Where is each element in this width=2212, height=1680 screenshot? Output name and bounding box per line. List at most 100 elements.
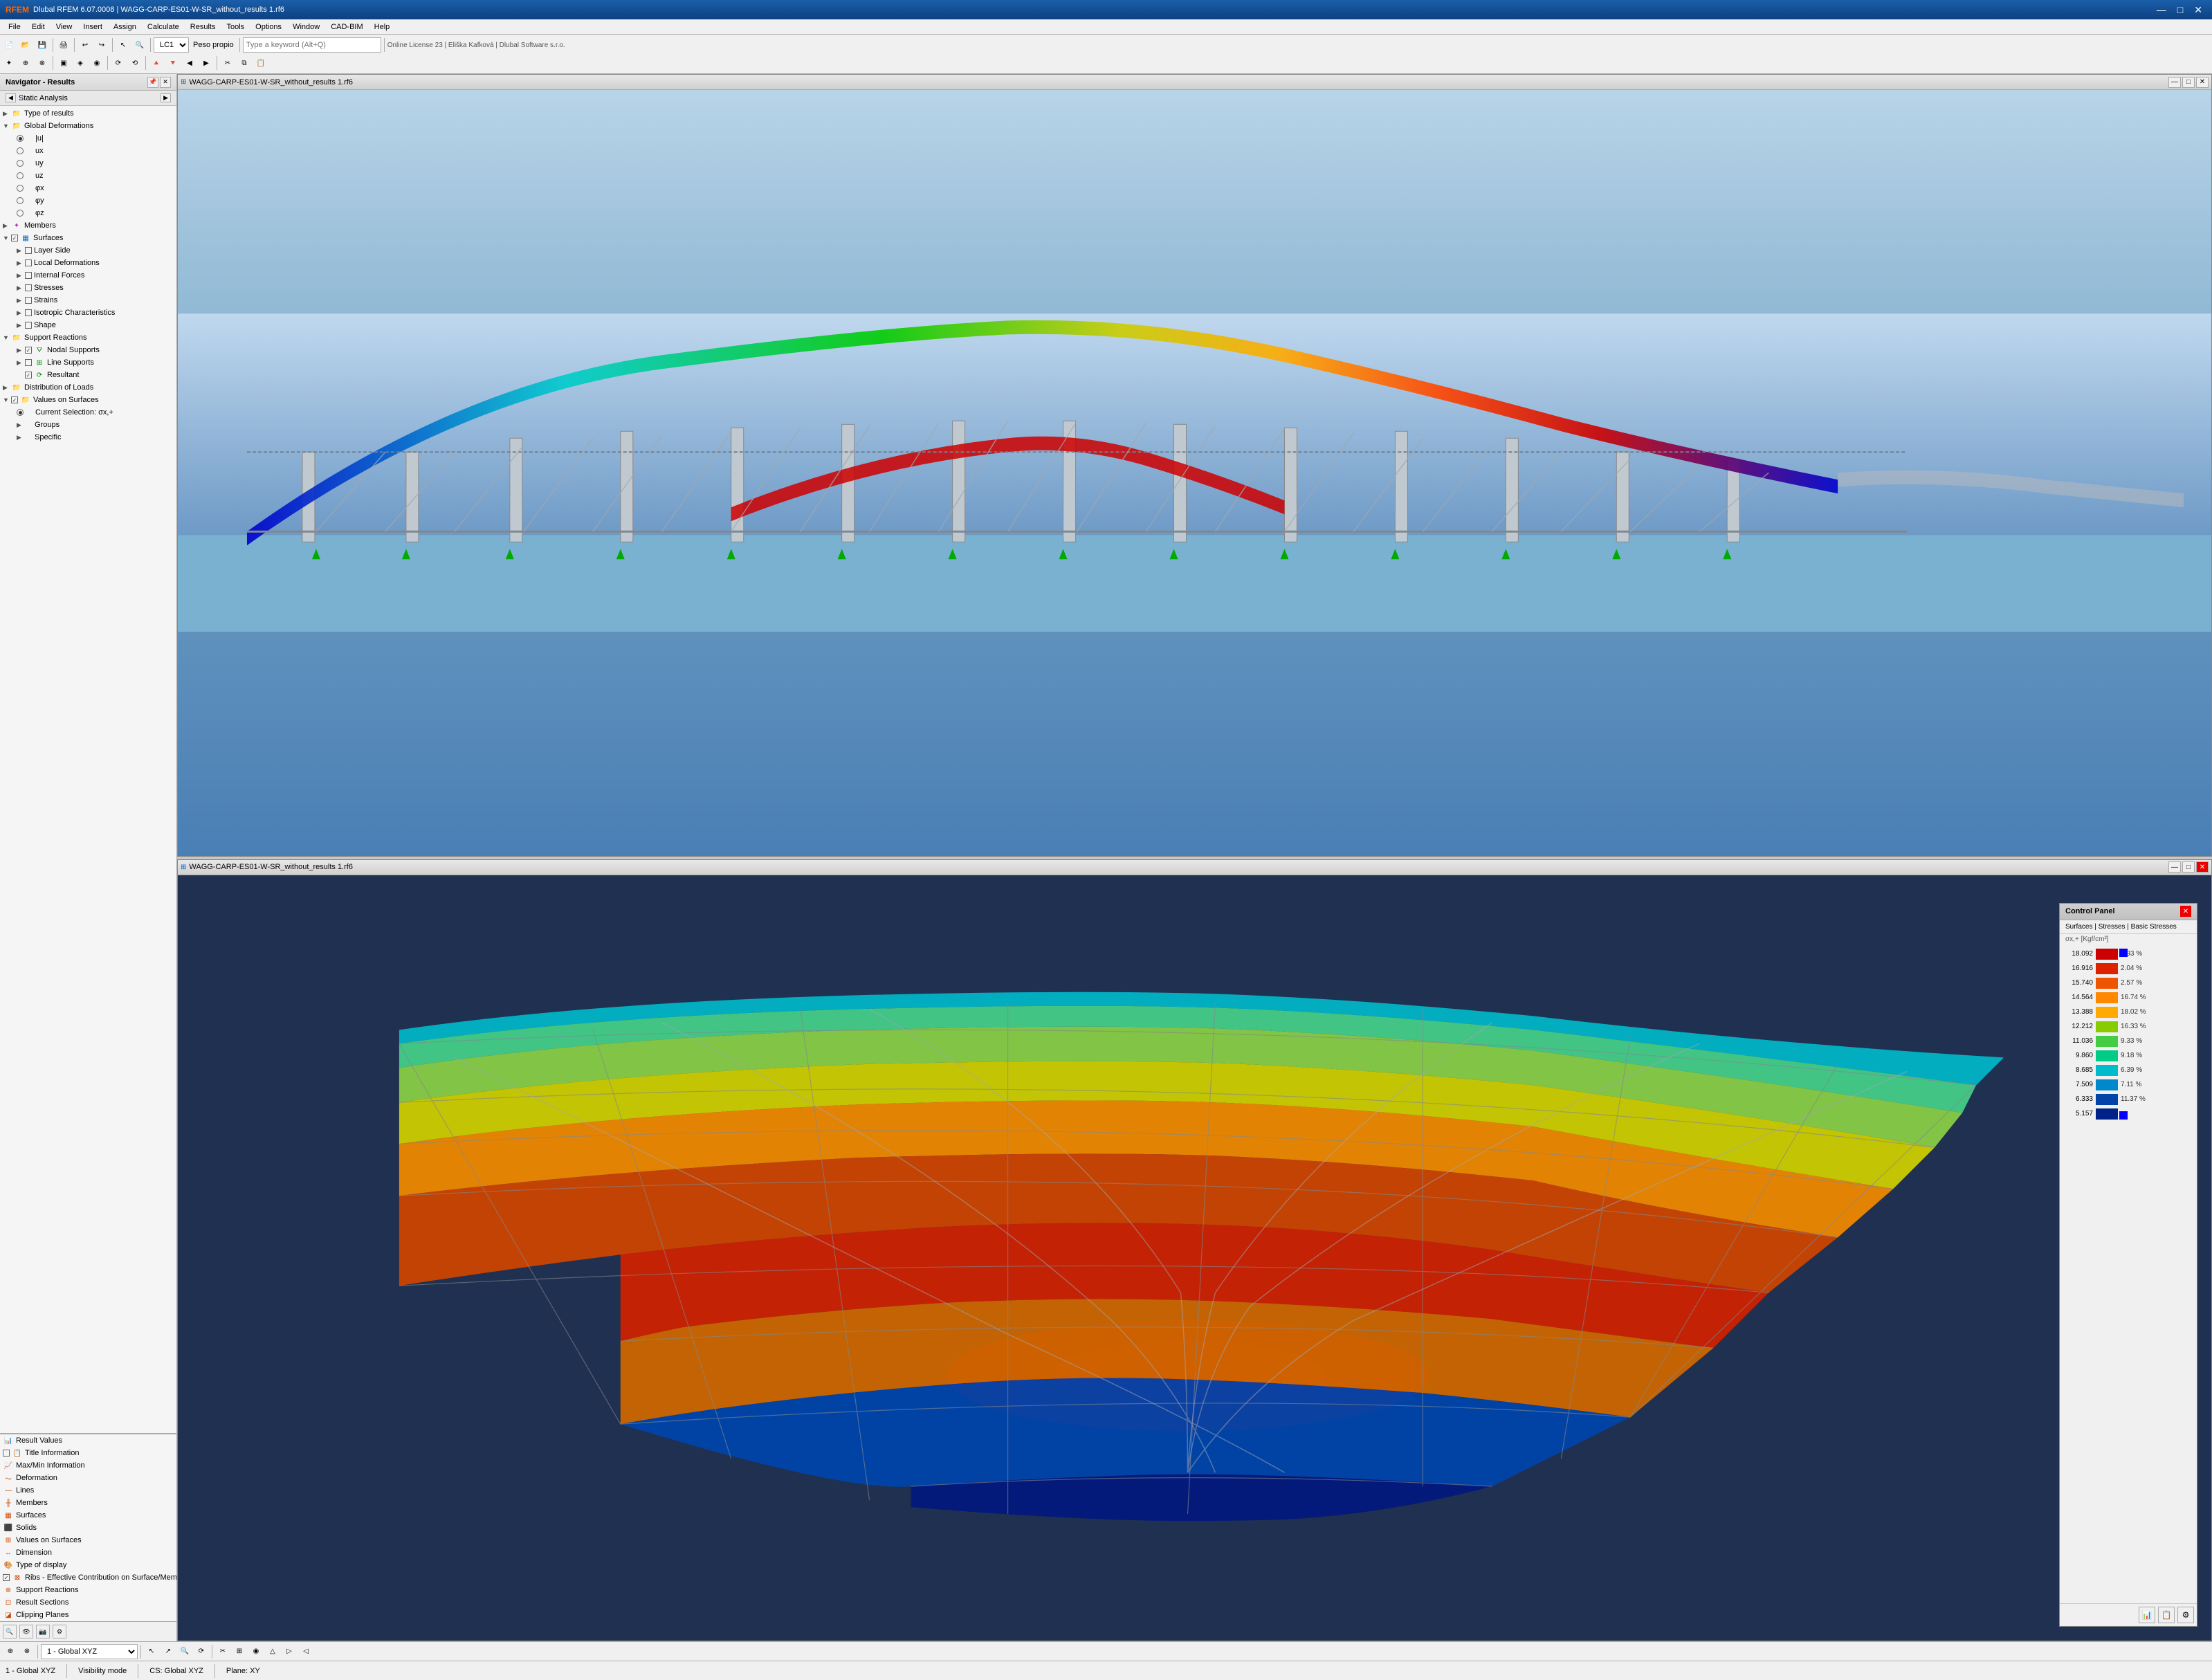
check-internal-forces[interactable] [25,272,32,279]
radio-deform-ux[interactable] [17,147,24,154]
tree-item-members[interactable]: ▶ ✦ Members [0,219,176,232]
nav-icon-camera[interactable]: 📷 [36,1625,50,1638]
open-button[interactable]: 📂 [18,37,33,53]
tree-item-values-on-surfaces[interactable]: ▼ 📁 Values on Surfaces [0,394,176,406]
viewport1-close[interactable]: ✕ [2196,77,2209,88]
bottom-nav-result-values[interactable]: 📊 Result Values [0,1434,176,1447]
bottom-tb-btn12[interactable]: ◁ [298,1644,313,1659]
tree-item-global-deformations[interactable]: ▼ 📁 Global Deformations [0,120,176,132]
maximize-button[interactable]: □ [2173,0,2187,19]
bottom-tb-btn4[interactable]: ↗ [161,1644,176,1659]
close-button[interactable]: ✕ [2190,0,2206,19]
check-shape[interactable] [25,322,32,329]
save-button[interactable]: 💾 [35,37,50,53]
tree-item-stresses[interactable]: ▶ Stresses [0,282,176,294]
tb2-btn9[interactable]: 🔺 [149,55,164,71]
tree-item-type-of-results[interactable]: ▶ 📁 Type of results [0,107,176,120]
select-button[interactable]: ↖ [116,37,131,53]
bottom-tb-btn8[interactable]: ⊞ [232,1644,247,1659]
bottom-nav-members-bottom[interactable]: ╫ Members [0,1497,176,1509]
zoom-button[interactable]: 🔍 [132,37,147,53]
tree-item-isotropic[interactable]: ▶ Isotropic Characteristics [0,307,176,319]
bottom-tb-btn6[interactable]: ⟳ [194,1644,209,1659]
viewport2-canvas[interactable]: Control Panel ✕ Surfaces | Stresses | Ba… [178,875,2211,1641]
check-title-information[interactable] [3,1450,10,1457]
viewport1-minimize[interactable]: — [2168,77,2181,88]
cp-footer-btn-1[interactable]: 📊 [2139,1607,2155,1623]
sub-header-back[interactable]: ◀ [6,93,16,102]
menu-edit[interactable]: Edit [26,21,51,33]
tree-item-strains[interactable]: ▶ Strains [0,294,176,307]
check-isotropic[interactable] [25,309,32,316]
tb2-btn2[interactable]: ⊕ [18,55,33,71]
bottom-tb-btn11[interactable]: ▷ [282,1644,297,1659]
tb2-copy[interactable]: ⧉ [237,55,252,71]
menu-cad-bim[interactable]: CAD-BIM [325,21,368,33]
check-line-supports[interactable] [25,359,32,366]
viewport1-canvas[interactable] [178,90,2211,856]
check-values-on-surfaces[interactable] [11,396,18,403]
radio-deform-uz[interactable] [17,172,24,179]
bottom-nav-deformation[interactable]: 〜 Deformation [0,1472,176,1484]
tb2-btn6[interactable]: ◉ [89,55,104,71]
undo-button[interactable]: ↩ [77,37,93,53]
nav-icon-settings[interactable]: ⚙ [53,1625,66,1638]
menu-results[interactable]: Results [185,21,221,33]
bottom-tb-btn1[interactable]: ⊕ [3,1644,18,1659]
nav-pin-button[interactable]: 📌 [147,77,158,88]
tree-item-surfaces[interactable]: ▼ ▦ Surfaces [0,232,176,244]
tb2-btn11[interactable]: ◀ [182,55,197,71]
tb2-btn8[interactable]: ⟲ [127,55,143,71]
check-local-deformations[interactable] [25,259,32,266]
tb2-btn1[interactable]: ✦ [1,55,17,71]
menu-help[interactable]: Help [369,21,396,33]
viewport2-close[interactable]: ✕ [2196,861,2209,873]
cp-close-button[interactable]: ✕ [2180,906,2191,917]
tree-item-groups[interactable]: ▶ Groups [0,419,176,431]
tree-item-internal-forces[interactable]: ▶ Internal Forces [0,269,176,282]
tb2-btn10[interactable]: 🔻 [165,55,181,71]
cp-footer-btn-2[interactable]: 📋 [2158,1607,2175,1623]
bottom-nav-title-information[interactable]: 📋 Title Information [0,1447,176,1459]
tb2-btn5[interactable]: ◈ [73,55,88,71]
menu-assign[interactable]: Assign [108,21,142,33]
radio-deform-pz[interactable] [17,210,24,217]
tree-item-line-supports[interactable]: ▶ ⊞ Line Supports [0,356,176,369]
bottom-nav-dimension[interactable]: ↔ Dimension [0,1546,176,1559]
tree-item-resultant[interactable]: ⟳ Resultant [0,369,176,381]
check-surfaces[interactable] [11,235,18,241]
tree-item-deform-ux[interactable]: ux [0,145,176,157]
menu-options[interactable]: Options [250,21,287,33]
tree-item-deform-pz[interactable]: φz [0,207,176,219]
menu-view[interactable]: View [51,21,78,33]
tb2-btn4[interactable]: ▣ [56,55,71,71]
workspace-dropdown[interactable]: 1 - Global XYZ [41,1644,138,1659]
viewport2-maximize[interactable]: □ [2182,861,2195,873]
tree-item-deform-uy[interactable]: uy [0,157,176,170]
viewport-top[interactable]: ⊞ WAGG-CARP-ES01-W-SR_without_results 1.… [177,74,2212,857]
radio-current-selection[interactable] [17,409,24,416]
tree-item-distribution-loads[interactable]: ▶ 📁 Distribution of Loads [0,381,176,394]
bottom-nav-result-sections[interactable]: ⊡ Result Sections [0,1596,176,1609]
viewport1-maximize[interactable]: □ [2182,77,2195,88]
nav-icon-eye[interactable]: 👁 [19,1625,33,1638]
bottom-nav-ribs[interactable]: ⊠ Ribs - Effective Contribution on Surfa… [0,1571,176,1584]
tree-item-local-deformations[interactable]: ▶ Local Deformations [0,257,176,269]
viewport-bottom[interactable]: ⊞ WAGG-CARP-ES01-W-SR_without_results 1.… [177,859,2212,1642]
tree-item-specific[interactable]: ▶ Specific [0,431,176,444]
bottom-nav-solids[interactable]: ⬛ Solids [0,1522,176,1534]
load-case-dropdown[interactable]: LC1 [154,37,189,53]
bottom-nav-values-surfaces[interactable]: ⊞ Values on Surfaces [0,1534,176,1546]
new-button[interactable]: 📄 [1,37,17,53]
check-strains[interactable] [25,297,32,304]
minimize-button[interactable]: — [2152,0,2170,19]
nav-icon-filter[interactable]: 🔍 [3,1625,17,1638]
tree-item-deform-px[interactable]: φx [0,182,176,194]
check-layer-side[interactable] [25,247,32,254]
search-input[interactable] [243,37,381,53]
tb2-btn7[interactable]: ⟳ [111,55,126,71]
bottom-tb-btn3[interactable]: ↖ [144,1644,159,1659]
tb2-scissors[interactable]: ✂ [220,55,235,71]
tree-item-nodal-supports[interactable]: ▶ ⛛ Nodal Supports [0,344,176,356]
tree-item-current-selection[interactable]: Current Selection: σx,+ [0,406,176,419]
